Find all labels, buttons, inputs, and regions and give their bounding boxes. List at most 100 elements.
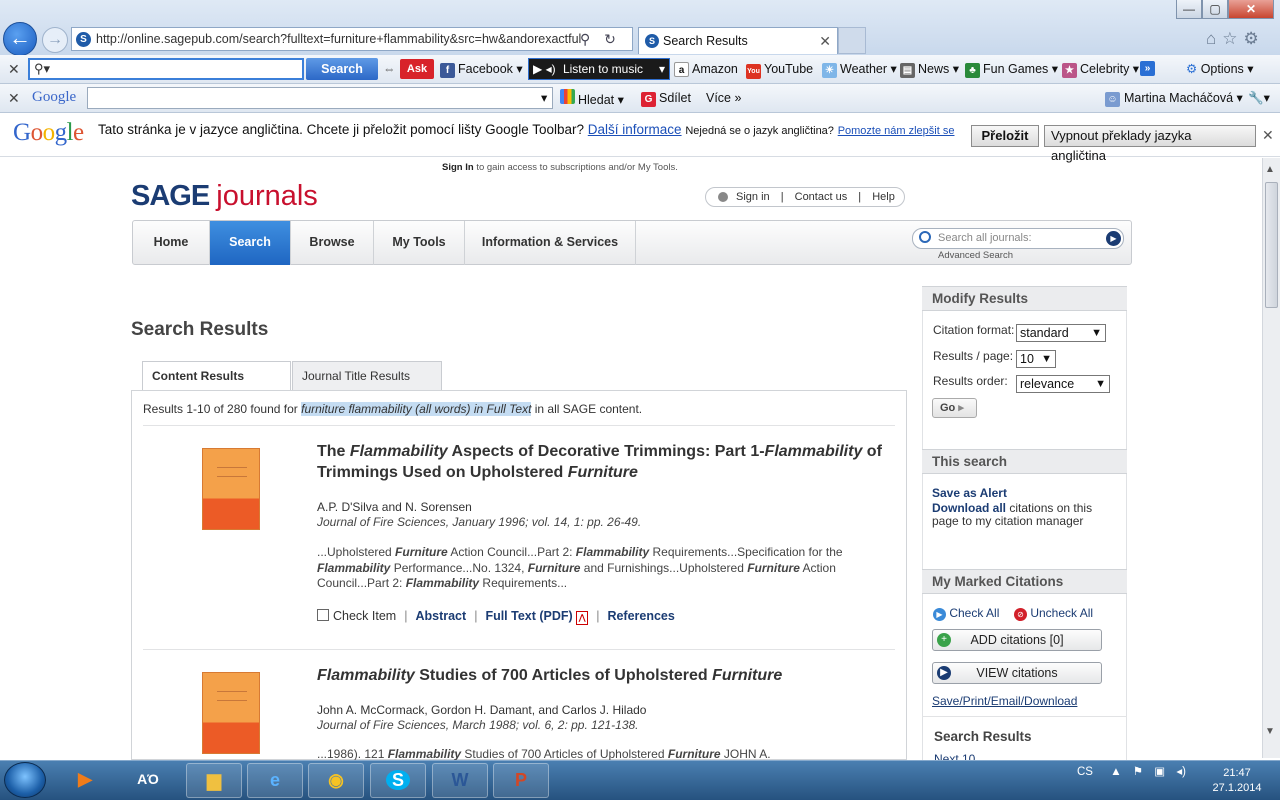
address-url[interactable]: http://online.sagepub.com/search?fulltex… (96, 32, 581, 46)
toolbar-user[interactable]: ☺ Martina Macháčová ▾ (1105, 89, 1243, 107)
home-icon[interactable]: ⌂ (1206, 29, 1222, 48)
toolbar-item-youtube[interactable]: You YouTube (746, 60, 813, 79)
listen-to-music-widget[interactable]: ▶ ◂) Listen to music ▾ (528, 58, 670, 80)
close-toolbar-icon[interactable]: ✕ (8, 90, 20, 107)
minimize-button[interactable]: — (1176, 0, 1202, 19)
journal-cover-image[interactable] (202, 672, 260, 754)
volume-icon[interactable]: ◂) (546, 62, 556, 76)
contact-link[interactable]: Contact us (795, 191, 848, 203)
sage-journals-logo[interactable]: SAGE journals (131, 180, 318, 213)
media-player-icon[interactable]: ▶ (57, 763, 113, 798)
explorer-folder-icon[interactable]: ▆ (186, 763, 242, 798)
scroll-thumb[interactable] (1265, 182, 1278, 308)
journal-cover-image[interactable] (202, 448, 260, 530)
translate-button[interactable]: Přeložit (971, 125, 1039, 147)
abstract-link[interactable]: Abstract (415, 609, 466, 623)
save-print-email-link[interactable]: Save/Print/Email/Download (932, 694, 1077, 708)
dropdown-icon[interactable]: ▾ (659, 59, 665, 79)
citation-format-select[interactable]: standard ▼ (1016, 324, 1106, 342)
nav-tab-browse[interactable]: Browse (291, 221, 374, 265)
search-go-icon[interactable]: ▶ (1106, 231, 1121, 246)
download-all-link[interactable]: Download all (932, 501, 1006, 515)
more-chevron-icon[interactable]: » (1140, 61, 1155, 76)
toolbar-options[interactable]: ⚙ Options ▾ (1186, 60, 1254, 78)
browser-tab[interactable]: S Search Results ✕ (638, 27, 838, 54)
nav-tab-home[interactable]: Home (133, 221, 210, 265)
journal-search-input[interactable]: Search all journals: ▶ (912, 228, 1124, 249)
view-citations-button[interactable]: ▶ VIEW citations (932, 662, 1102, 684)
new-tab-button[interactable] (838, 27, 866, 54)
ask-search-input[interactable]: ⚲▾ (28, 58, 304, 80)
start-button-icon[interactable] (4, 762, 46, 798)
tab-content-results[interactable]: Content Results (142, 361, 291, 391)
close-window-button[interactable]: ✕ (1228, 0, 1274, 19)
toolbar-item-hledat[interactable]: Hledat ▾ (560, 89, 624, 109)
toolbar-item-facebook[interactable]: f Facebook ▾ (440, 60, 523, 78)
scroll-down-icon[interactable]: ▼ (1265, 726, 1275, 737)
tab-journal-title-results[interactable]: Journal Title Results (292, 361, 442, 391)
results-order-select[interactable]: relevance ▼ (1016, 375, 1110, 393)
toolbar-item-fun-games[interactable]: ♣ Fun Games ▾ (965, 60, 1058, 78)
language-bar-icon[interactable]: ΑΌ (120, 763, 176, 798)
close-icon[interactable]: ✕ (1262, 127, 1274, 144)
volume-icon[interactable]: ◂) (1176, 766, 1186, 778)
toolbar-item-celebrity[interactable]: ★ Celebrity ▾ (1062, 60, 1139, 78)
language-indicator[interactable]: CS (1077, 766, 1093, 778)
toolbar-item-vice[interactable]: Více » (706, 89, 741, 107)
internet-explorer-icon[interactable]: e (247, 763, 303, 798)
back-icon[interactable]: ← (3, 22, 37, 56)
go-button[interactable]: Go ▸ (932, 398, 977, 418)
disable-translation-button[interactable]: Vypnout překlady jazyka angličtina (1044, 125, 1256, 163)
close-toolbar-icon[interactable]: ✕ (8, 61, 20, 78)
dropdown-icon[interactable]: ▾ (541, 89, 547, 107)
toolbar-item-sdilet[interactable]: G Sdílet (641, 89, 691, 107)
help-improve-link[interactable]: Pomozte nám zlepšit se (838, 125, 955, 137)
toolbar-item-news[interactable]: ▤ News ▾ (900, 60, 959, 78)
check-item[interactable]: Check Item (317, 609, 396, 623)
maximize-button[interactable]: ▢ (1202, 0, 1228, 19)
checkbox[interactable] (317, 609, 329, 621)
flag-icon[interactable]: ⚑ (1133, 766, 1143, 778)
uncheck-all-link[interactable]: ⊘ Uncheck All (1014, 606, 1093, 621)
favorites-star-icon[interactable]: ☆ (1222, 29, 1243, 48)
address-bar[interactable]: S http://online.sagepub.com/search?fullt… (71, 27, 633, 51)
clock[interactable]: 21:47 27.1.2014 (1208, 766, 1266, 796)
results-per-page-select[interactable]: 10 ▼ (1016, 350, 1056, 368)
show-hidden-icons-icon[interactable]: ▲ (1110, 766, 1121, 778)
forward-icon[interactable]: → (42, 27, 68, 53)
signin-link[interactable]: Sign in (736, 191, 770, 203)
result-title-1[interactable]: The Flammability Aspects of Decorative T… (317, 441, 892, 483)
settings-gear-icon[interactable]: ⚙ (1244, 29, 1265, 48)
search-icon[interactable]: ⚲ (580, 31, 590, 47)
google-toolbar-search-input[interactable] (87, 87, 553, 109)
refresh-icon[interactable]: ↻ (604, 31, 616, 47)
ask-logo-icon[interactable]: Ask (400, 59, 434, 79)
toolbar-item-weather[interactable]: ☀ Weather ▾ (822, 60, 897, 78)
references-link[interactable]: References (607, 609, 674, 623)
powerpoint-icon[interactable]: P (493, 763, 549, 798)
full-text-pdf-link[interactable]: Full Text (PDF) ⋀ (485, 609, 589, 625)
word-icon[interactable]: W (432, 763, 488, 798)
play-icon[interactable]: ▶ (533, 62, 542, 76)
nav-tab-my-tools[interactable]: My Tools (374, 221, 465, 265)
chrome-icon[interactable]: ◉ (308, 763, 364, 798)
help-link[interactable]: Help (872, 191, 895, 203)
add-citations-button[interactable]: + ADD citations [0] (932, 629, 1102, 651)
advanced-search-link[interactable]: Advanced Search (938, 250, 1013, 261)
ask-search-button[interactable]: Search (306, 58, 378, 80)
nav-tab-information-services[interactable]: Information & Services (465, 221, 636, 265)
more-info-link[interactable]: Další informace (588, 122, 682, 137)
save-as-alert-link[interactable]: Save as Alert (932, 486, 1007, 500)
vertical-scrollbar[interactable]: ▲ ▼ (1262, 158, 1280, 758)
nav-tab-search[interactable]: Search (210, 221, 291, 265)
scroll-up-icon[interactable]: ▲ (1265, 164, 1275, 175)
signin-note-link[interactable]: Sign In (442, 162, 474, 173)
close-tab-icon[interactable]: ✕ (819, 28, 831, 54)
result-title-2[interactable]: Flammability Studies of 700 Articles of … (317, 665, 892, 686)
skype-icon[interactable]: S (370, 763, 426, 798)
wrench-icon[interactable]: 🔧▾ (1248, 89, 1270, 107)
network-icon[interactable]: ▣ (1154, 766, 1165, 778)
next-10-link[interactable]: Next 10 (934, 752, 975, 760)
toolbar-item-amazon[interactable]: a Amazon (674, 60, 738, 78)
check-all-link[interactable]: ▶ Check All (933, 606, 999, 621)
